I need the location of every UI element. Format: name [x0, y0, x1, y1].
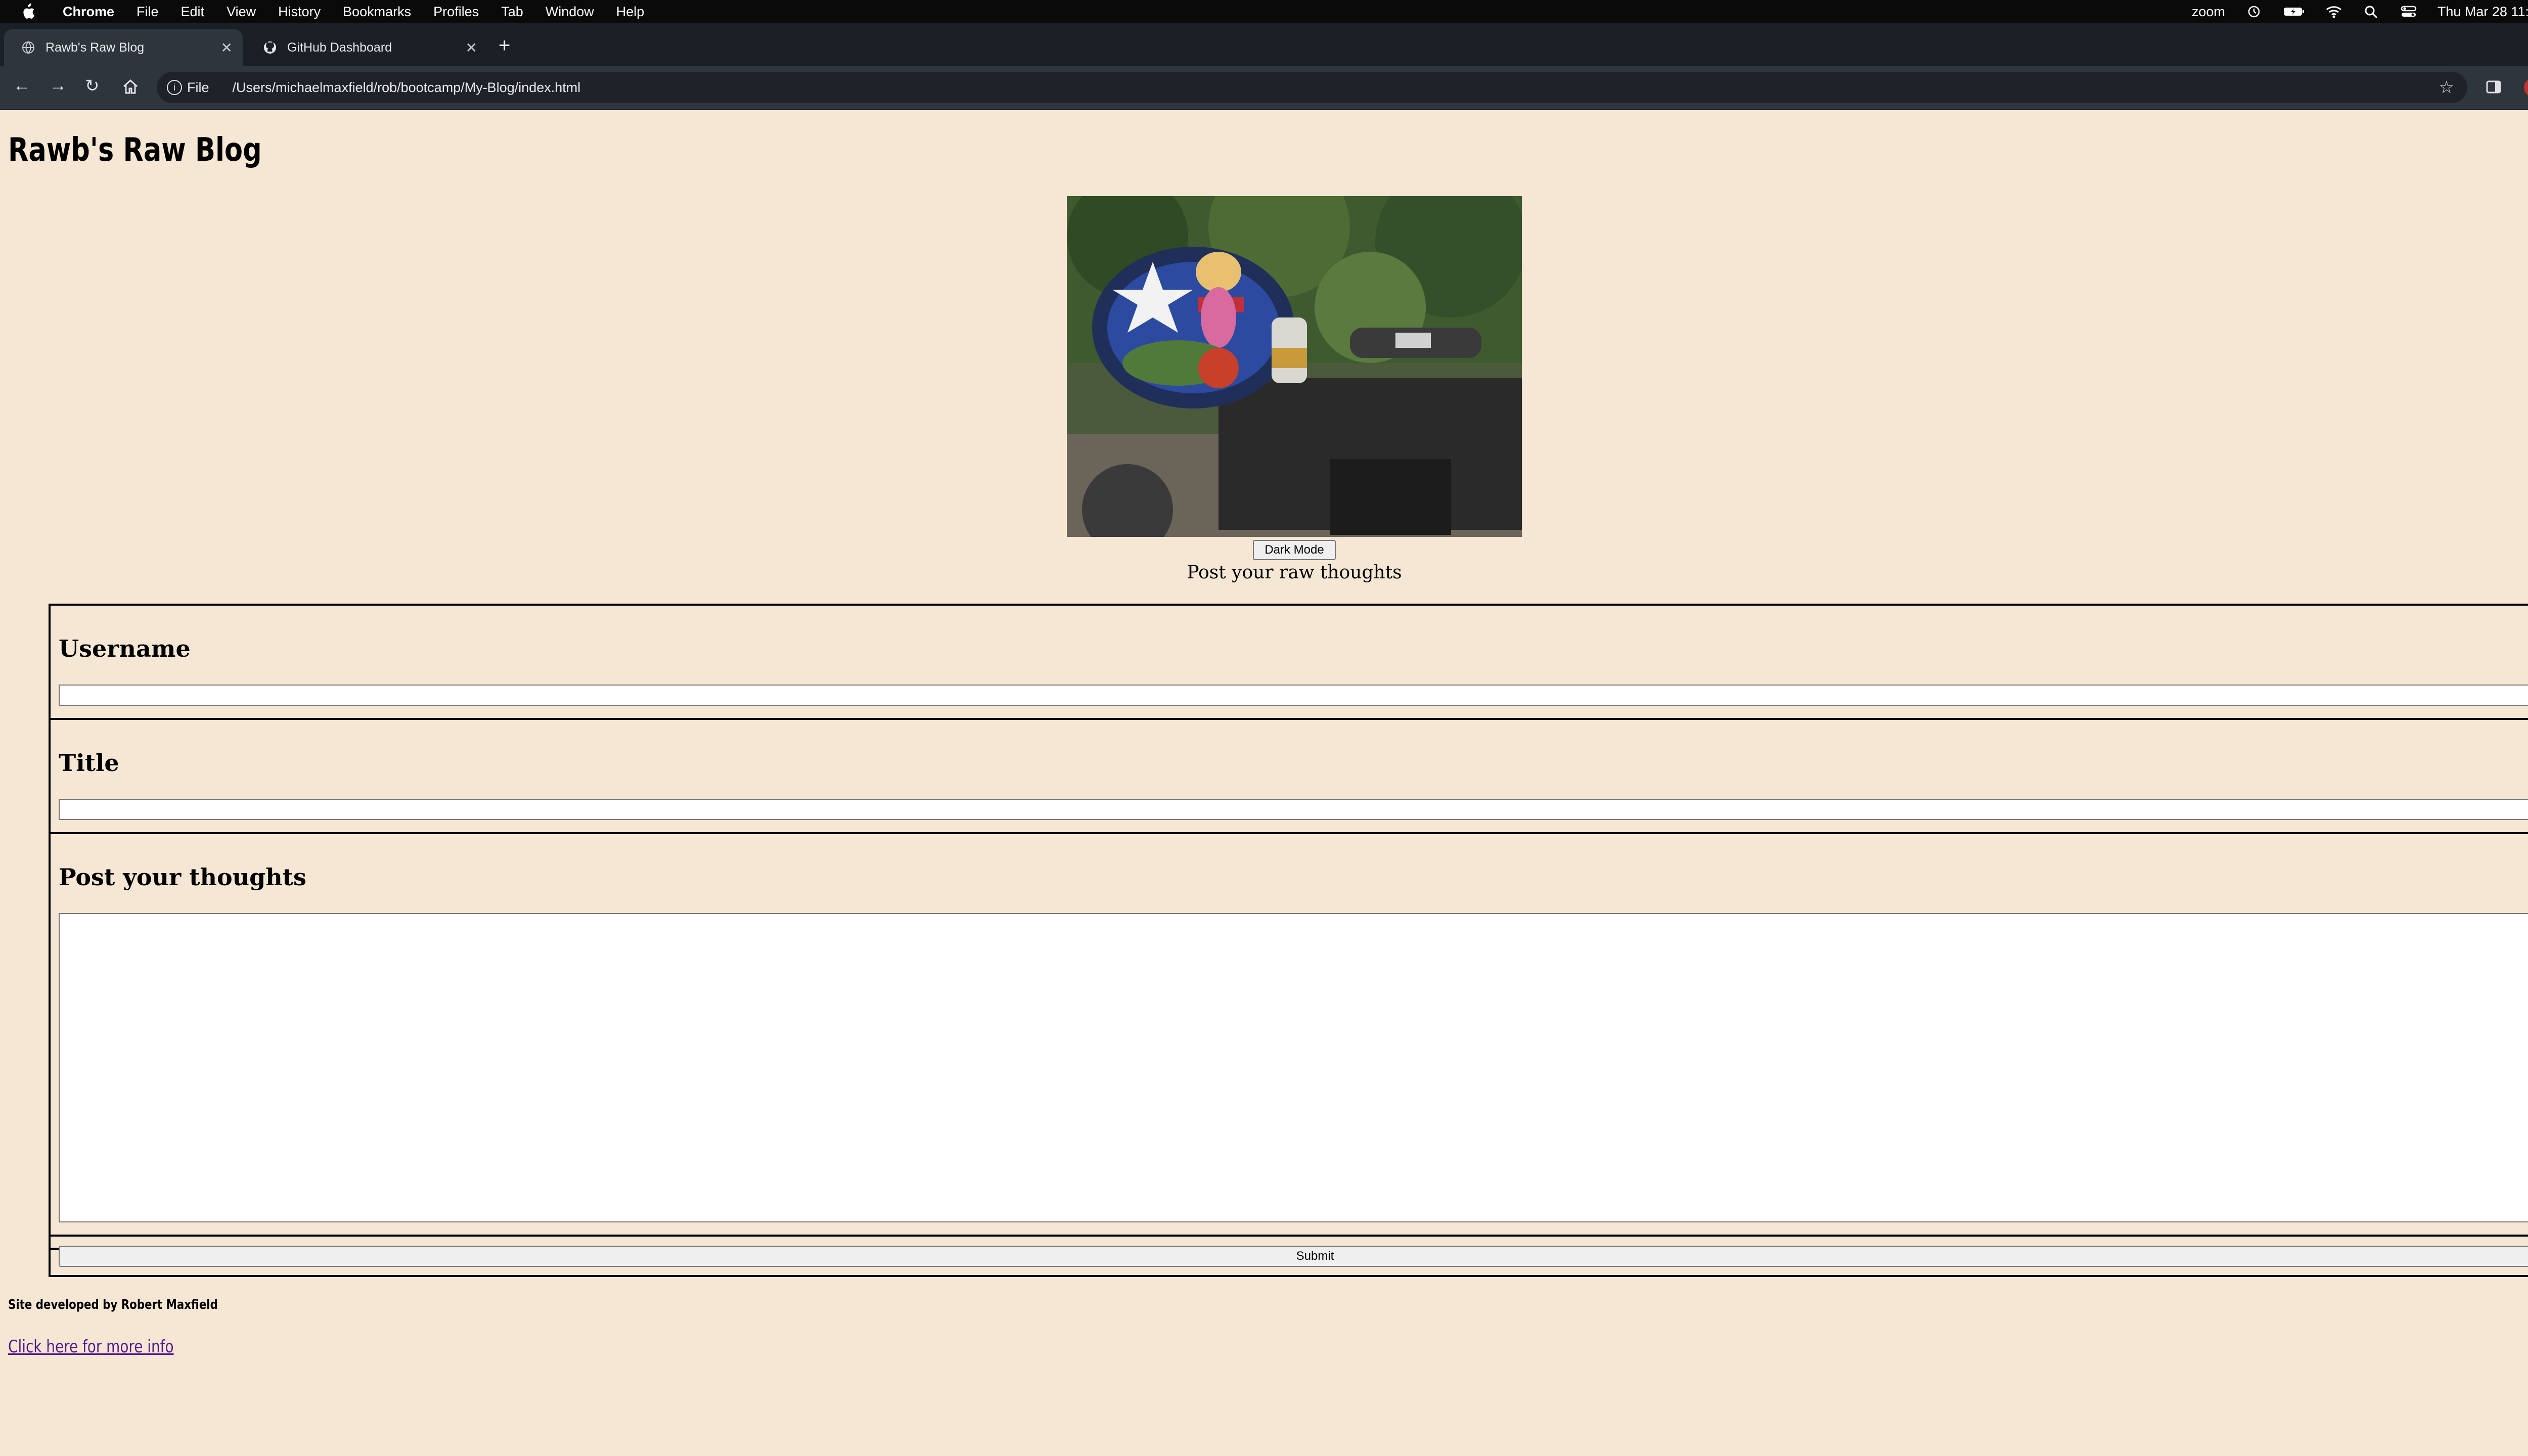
macos-menu-bar: Chrome File Edit View History Bookmarks …: [0, 0, 2528, 23]
motorcycle-helmet-photo: [1067, 196, 1522, 537]
home-icon[interactable]: [121, 78, 140, 96]
submit-section: Submit: [49, 1235, 2528, 1277]
wifi-icon[interactable]: [2325, 5, 2342, 19]
thoughts-section: Post your thoughts: [49, 832, 2528, 1250]
tab-github-dashboard[interactable]: GitHub Dashboard ✕: [246, 29, 487, 66]
new-tab-plus-icon[interactable]: +: [499, 34, 510, 57]
close-tab-icon[interactable]: ✕: [221, 39, 233, 56]
menu-edit[interactable]: Edit: [181, 4, 205, 20]
site-credit: Site developed by Robert Maxfield: [8, 1297, 218, 1312]
menu-view[interactable]: View: [227, 4, 256, 20]
reload-icon[interactable]: ↻: [85, 76, 100, 96]
close-tab-icon[interactable]: ✕: [466, 39, 477, 56]
site-info-label: File: [187, 79, 209, 95]
apple-icon[interactable]: [20, 3, 35, 20]
browser-toolbar: ← → ↻ i File /Users/michaelmaxfield/rob/…: [0, 66, 2528, 110]
title-heading: Title: [59, 749, 119, 777]
back-arrow-icon[interactable]: ←: [13, 76, 30, 96]
bookmark-star-icon[interactable]: ☆: [2439, 77, 2454, 98]
menu-history[interactable]: History: [278, 4, 321, 20]
browser-tab-strip: Rawb's Raw Blog ✕ GitHub Dashboard ✕ + ⌄: [0, 23, 2528, 66]
menubar-clock[interactable]: Thu Mar 28 11:25 PM: [2437, 4, 2528, 20]
more-info-link[interactable]: Click here for more info: [8, 1337, 174, 1357]
side-panel-icon[interactable]: [2485, 78, 2503, 96]
globe-icon: [22, 41, 34, 54]
thoughts-textarea[interactable]: [59, 913, 2528, 1222]
control-center-icon[interactable]: [2400, 5, 2417, 19]
menu-help[interactable]: Help: [616, 4, 645, 20]
menu-app-name[interactable]: Chrome: [63, 4, 114, 20]
menu-file[interactable]: File: [137, 4, 159, 20]
username-heading: Username: [59, 635, 191, 662]
site-info-chip[interactable]: i File: [167, 80, 209, 96]
forward-arrow-icon[interactable]: →: [50, 76, 67, 96]
spotlight-search-icon[interactable]: [2363, 5, 2380, 19]
thoughts-heading: Post your thoughts: [59, 863, 306, 891]
dark-mode-button[interactable]: Dark Mode: [1253, 540, 1336, 560]
title-input[interactable]: [59, 799, 2528, 820]
menu-profiles[interactable]: Profiles: [433, 4, 479, 20]
menu-bookmarks[interactable]: Bookmarks: [343, 4, 411, 20]
menu-window[interactable]: Window: [546, 4, 594, 20]
address-bar[interactable]: i File /Users/michaelmaxfield/rob/bootca…: [157, 72, 2467, 103]
battery-icon[interactable]: [2283, 5, 2305, 19]
title-section: Title: [49, 718, 2528, 834]
profile-avatar[interactable]: [2524, 78, 2528, 97]
zoom-status[interactable]: zoom: [2192, 4, 2225, 20]
tab-rawbs-raw-blog[interactable]: Rawb's Raw Blog ✕: [4, 29, 243, 66]
submit-button[interactable]: Submit: [59, 1246, 2528, 1267]
menu-tab[interactable]: Tab: [501, 4, 523, 20]
username-section: Username: [49, 604, 2528, 720]
page-subtitle: Post your raw thoughts: [1187, 562, 1402, 583]
username-input[interactable]: [59, 685, 2528, 706]
tab-label: Rawb's Raw Blog: [46, 40, 145, 55]
tab-label: GitHub Dashboard: [287, 40, 392, 55]
blog-page: Rawb's Raw Blog Dark Mode Post your raw …: [0, 110, 2528, 1456]
github-icon: [264, 41, 276, 54]
blog-title: Rawb's Raw Blog: [8, 131, 262, 169]
url-text[interactable]: /Users/michaelmaxfield/rob/bootcamp/My-B…: [233, 80, 581, 96]
info-icon: i: [167, 80, 182, 95]
time-machine-icon[interactable]: [2245, 5, 2263, 19]
